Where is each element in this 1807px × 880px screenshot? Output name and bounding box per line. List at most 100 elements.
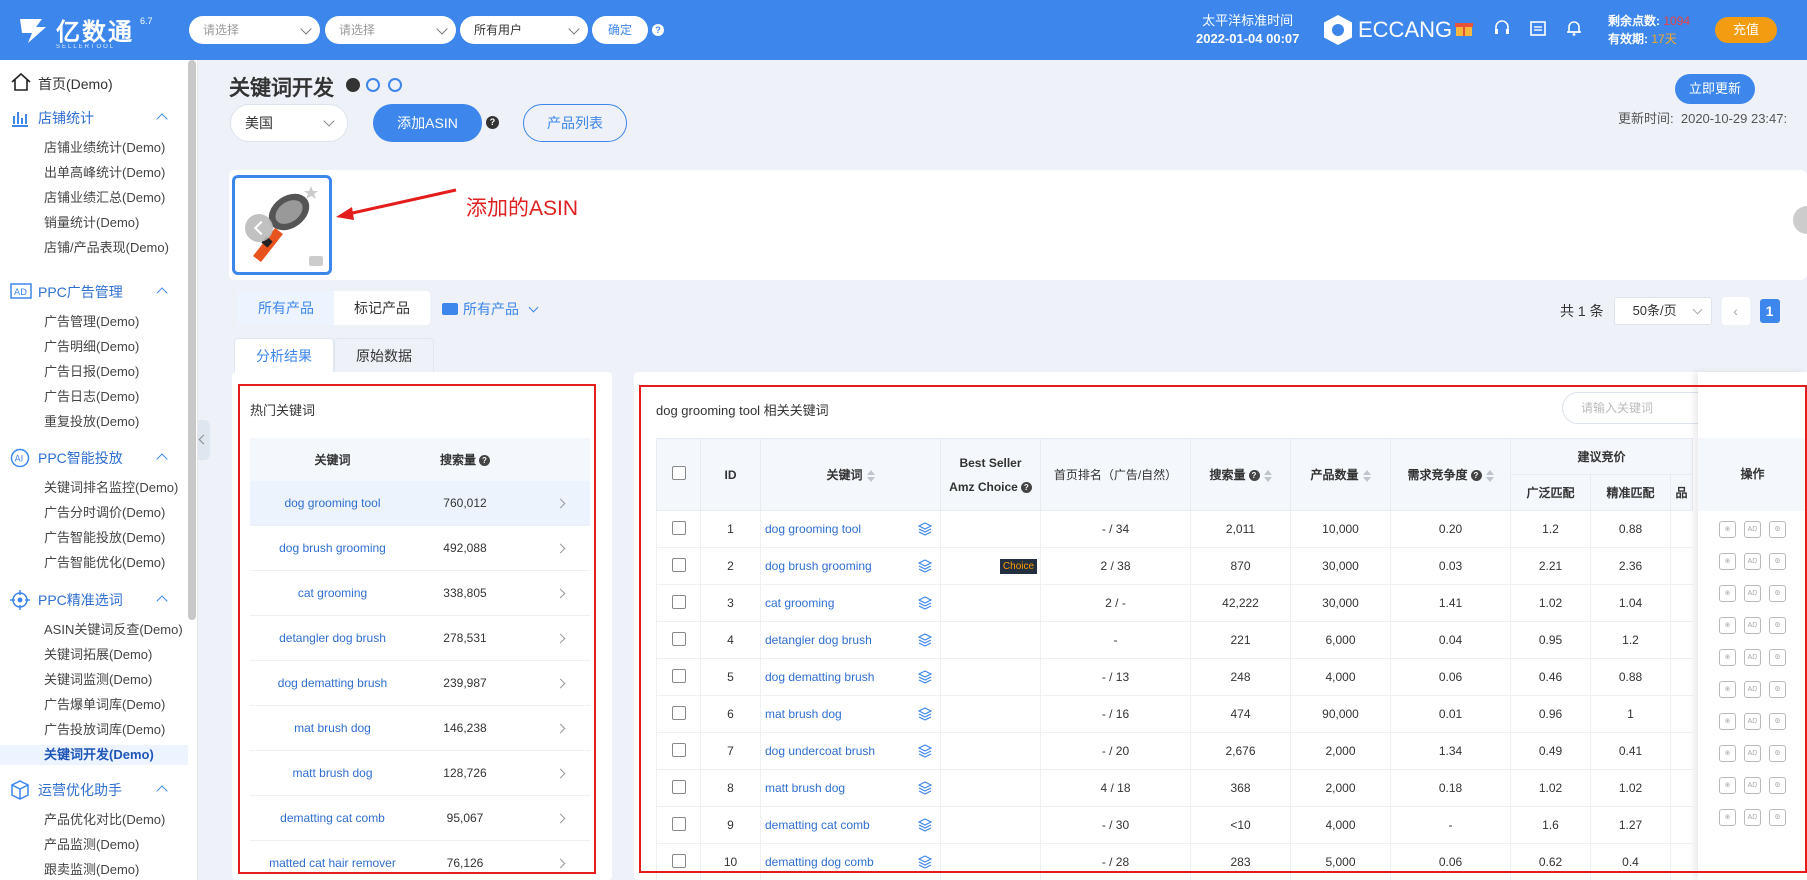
row-arrow[interactable] <box>515 766 590 780</box>
keyword-cell[interactable]: dog grooming tool <box>760 510 941 548</box>
table-row[interactable]: 3 cat grooming 2 / - 42,222 30,000 1.41 1.02 1.… <box>656 584 1693 622</box>
help-icon[interactable]: ? <box>486 116 499 129</box>
tab-all-products[interactable]: 所有产品 <box>238 291 334 325</box>
ad-icon[interactable]: AD <box>1744 553 1761 570</box>
target-icon[interactable]: ⊕ <box>1719 553 1736 570</box>
sidebar-subitem[interactable]: 出单高峰统计(Demo) <box>0 163 188 183</box>
table-row[interactable]: 1 dog grooming tool - / 34 2,011 10,000 0.20 1… <box>656 510 1693 548</box>
user-select[interactable]: 所有用户 <box>460 16 588 44</box>
keyword-link[interactable]: matted cat hair remover <box>250 856 415 870</box>
sidebar-subitem[interactable]: 产品优化对比(Demo) <box>0 810 188 830</box>
settings-icon[interactable]: ⚙ <box>1769 809 1786 826</box>
keyword-cell[interactable]: dog dematting brush <box>760 658 941 696</box>
keyword-link[interactable]: dog grooming tool <box>250 496 415 510</box>
row-arrow[interactable] <box>515 586 590 600</box>
keyword-link[interactable]: mat brush dog <box>250 721 415 735</box>
sidebar-subitem[interactable]: 跟卖监测(Demo) <box>0 860 188 880</box>
keyword-cell[interactable]: dematting cat comb <box>760 806 941 844</box>
help-icon[interactable] <box>346 78 360 92</box>
help-icon[interactable]: ? <box>1470 470 1482 482</box>
keyword-cell[interactable]: mat brush dog <box>760 695 941 733</box>
sidebar-subitem[interactable]: 广告明细(Demo) <box>0 337 188 357</box>
row-checkbox[interactable] <box>671 668 686 683</box>
list-item[interactable]: dog dematting brush 239,987 <box>250 661 590 706</box>
sidebar-subitem[interactable]: 关键词排名监控(Demo) <box>0 478 188 498</box>
product-thumbnail[interactable] <box>232 175 332 275</box>
cell-text[interactable]: dematting dog comb <box>765 855 874 869</box>
settings-icon[interactable]: ⚙ <box>1769 617 1786 634</box>
cell-text[interactable]: dog brush grooming <box>765 559 872 573</box>
recharge-button[interactable]: 充值 <box>1715 17 1777 43</box>
keyword-cell[interactable]: dog undercoat brush <box>760 732 941 770</box>
ad-icon[interactable]: AD <box>1744 809 1761 826</box>
sidebar-group[interactable]: AD PPC广告管理 <box>0 280 188 304</box>
cell-text[interactable]: dog dematting brush <box>765 670 874 684</box>
layers-icon[interactable] <box>917 781 933 795</box>
product-list-button[interactable]: 产品列表 <box>523 104 627 142</box>
sidebar-subitem[interactable]: 广告智能优化(Demo) <box>0 553 188 573</box>
row-checkbox[interactable] <box>671 594 686 609</box>
folder-select[interactable]: 所有产品 <box>442 299 539 319</box>
sidebar-subitem[interactable]: 关键词拓展(Demo) <box>0 645 188 665</box>
keyword-link[interactable]: detangler dog brush <box>250 631 415 645</box>
layers-icon[interactable] <box>917 855 933 869</box>
sidebar-subitem[interactable]: 关键词监测(Demo) <box>0 670 188 690</box>
sort-icon[interactable] <box>1263 469 1272 482</box>
row-arrow[interactable] <box>515 496 590 510</box>
bell-icon[interactable] <box>1564 18 1584 38</box>
target-icon[interactable]: ⊕ <box>1719 809 1736 826</box>
settings-icon[interactable]: ⚙ <box>1769 553 1786 570</box>
sidebar-subitem[interactable]: ASIN关键词反查(Demo) <box>0 620 188 640</box>
keyword-link[interactable]: matt brush dog <box>250 766 415 780</box>
layers-icon[interactable] <box>917 596 933 610</box>
cell-text[interactable]: mat brush dog <box>765 707 842 721</box>
select-all-checkbox[interactable] <box>671 466 686 480</box>
layers-icon[interactable] <box>917 633 933 647</box>
list-item[interactable]: dog grooming tool 760,012 <box>250 481 590 526</box>
settings-icon[interactable]: ⚙ <box>1769 649 1786 666</box>
chevron-up-icon[interactable] <box>156 453 168 465</box>
chevron-up-icon[interactable] <box>156 595 168 607</box>
sidebar-group[interactable]: 运营优化助手 <box>0 778 188 802</box>
layers-icon[interactable] <box>917 522 933 536</box>
layers-icon[interactable] <box>917 818 933 832</box>
help-icon[interactable]: ? <box>652 24 664 36</box>
cell-text[interactable]: matt brush dog <box>765 781 845 795</box>
list-item[interactable]: cat grooming 338,805 <box>250 571 590 616</box>
sort-icon[interactable] <box>1362 469 1371 482</box>
sort-icon[interactable] <box>1485 469 1494 482</box>
list-item[interactable]: matted cat hair remover 76,126 <box>250 841 590 880</box>
ad-icon[interactable]: AD <box>1744 585 1761 602</box>
tab-raw-data[interactable]: 原始数据 <box>334 338 434 372</box>
play-icon[interactable] <box>388 78 402 92</box>
chevron-up-icon[interactable] <box>156 785 168 797</box>
row-checkbox[interactable] <box>671 705 686 720</box>
column-search-volume[interactable]: 搜索量? <box>1190 438 1291 511</box>
sidebar-subitem[interactable]: 关键词开发(Demo) <box>0 745 188 765</box>
cell-text[interactable]: dematting cat comb <box>765 818 870 832</box>
row-arrow[interactable] <box>515 811 590 825</box>
list-item[interactable]: dematting cat comb 95,067 <box>250 796 590 841</box>
settings-icon[interactable]: ⚙ <box>1769 585 1786 602</box>
row-checkbox[interactable] <box>671 742 686 757</box>
ad-icon[interactable]: AD <box>1744 649 1761 666</box>
row-arrow[interactable] <box>515 631 590 645</box>
ad-icon[interactable]: AD <box>1744 777 1761 794</box>
page-number-current[interactable]: 1 <box>1759 299 1780 323</box>
carousel-next-icon[interactable] <box>1793 206 1807 234</box>
table-row[interactable]: 6 mat brush dog - / 16 474 90,000 0.01 0.96 1 <box>656 695 1693 733</box>
carousel-prev-icon[interactable] <box>245 214 273 242</box>
keyword-link[interactable]: dog brush grooming <box>250 541 415 555</box>
sort-icon[interactable] <box>866 469 875 482</box>
cell-text[interactable]: dog grooming tool <box>765 522 861 536</box>
add-asin-button[interactable]: 添加ASIN <box>373 104 482 142</box>
list-item[interactable]: matt brush dog 128,726 <box>250 751 590 796</box>
country-select[interactable]: 美国 <box>230 104 348 142</box>
sidebar-subitem[interactable]: 广告爆单词库(Demo) <box>0 695 188 715</box>
chevron-up-icon[interactable] <box>156 113 168 125</box>
keyword-cell[interactable]: dog brush grooming <box>760 547 941 585</box>
sidebar-subitem[interactable]: 重复投放(Demo) <box>0 412 188 432</box>
gift-icon[interactable] <box>1454 18 1474 38</box>
row-checkbox[interactable] <box>671 557 686 572</box>
prev-page-button[interactable]: ‹ <box>1721 297 1750 325</box>
